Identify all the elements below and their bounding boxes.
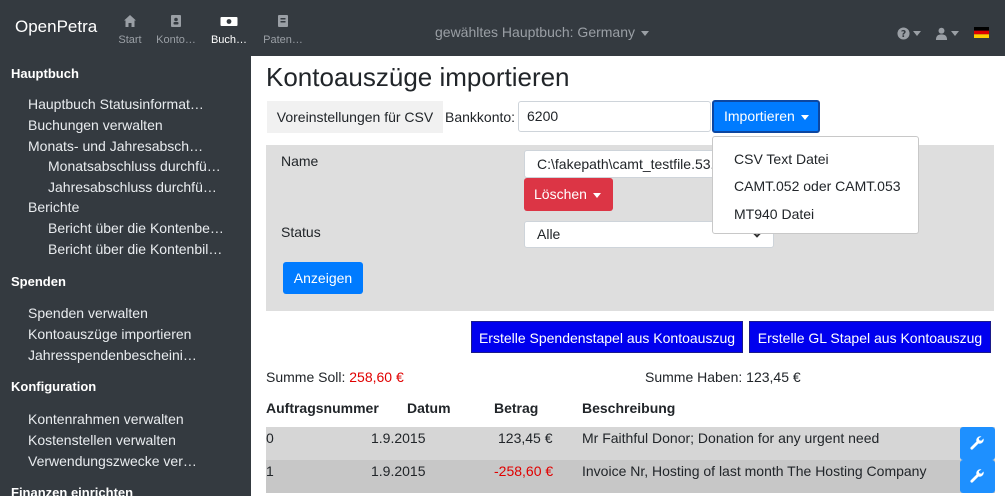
status-label: Status (281, 224, 321, 240)
cell-date: 1.9.2015 (371, 463, 426, 479)
table-row[interactable]: 1 1.9.2015 -258,60 € Invoice Nr, Hosting… (266, 460, 995, 493)
file-name-field[interactable]: C:\fakepath\camt_testfile.53.xml (524, 150, 734, 178)
sum-debit-value: 258,60 € (349, 369, 404, 385)
brand-logo[interactable]: OpenPetra (15, 17, 97, 37)
sidebar-section-konfiguration: Konfiguration (11, 379, 97, 394)
nav-finance[interactable]: Buch… (201, 14, 257, 46)
sidebar-item-reports[interactable]: Berichte (28, 199, 79, 215)
cell-description: Invoice Nr, Hosting of last month The Ho… (582, 463, 927, 479)
delete-button[interactable]: Löschen (524, 178, 613, 211)
sidebar-item-chart-of-accounts[interactable]: Kontenrahmen verwalten (28, 411, 184, 427)
chevron-down-icon (800, 114, 809, 120)
column-header-amount: Betrag (494, 400, 539, 416)
sum-debit: Summe Soll: 258,60 € (266, 369, 404, 385)
sidebar-item-cost-centres[interactable]: Kostenstellen verwalten (28, 432, 176, 448)
sum-credit-value: 123,45 € (746, 369, 801, 385)
user-icon (935, 27, 948, 41)
sidebar-section-spenden: Spenden (11, 274, 66, 289)
nav-contacts-label: Konto… (156, 34, 196, 46)
sidebar-item-account-report[interactable]: Bericht über die Kontenbe… (48, 220, 224, 236)
sidebar-item-balance-report[interactable]: Bericht über die Kontenbil… (48, 241, 222, 257)
menu-item-mt940[interactable]: MT940 Datei (734, 206, 814, 222)
help-icon: ? (897, 27, 910, 40)
sidebar-item-import-statements[interactable]: Kontoauszüge importieren (28, 326, 191, 342)
edit-row-button[interactable] (960, 460, 995, 493)
contact-book-icon (171, 15, 181, 27)
cell-description: Mr Faithful Donor; Donation for any urge… (582, 430, 880, 446)
show-button[interactable]: Anzeigen (283, 262, 363, 294)
import-dropdown-button[interactable]: Importieren (712, 100, 820, 133)
sponsorship-book-icon (278, 15, 288, 27)
chevron-down-icon (641, 30, 649, 36)
wrench-icon (970, 436, 984, 450)
svg-text:?: ? (901, 29, 906, 40)
import-button-label: Importieren (724, 108, 795, 124)
sidebar-item-period-closing[interactable]: Monats- und Jahresabsch… (28, 138, 203, 154)
sidebar-item-month-end[interactable]: Monatsabschluss durchfü… (48, 158, 221, 174)
sidebar-item-year-end[interactable]: Jahresabschluss durchfü… (48, 179, 217, 195)
sum-debit-label: Summe Soll: (266, 369, 346, 385)
table-row[interactable]: 0 1.9.2015 123,45 € Mr Faithful Donor; D… (266, 427, 995, 460)
import-dropdown-menu: CSV Text Datei CAMT.052 oder CAMT.053 MT… (712, 136, 919, 234)
german-flag-icon (974, 27, 989, 38)
sum-credit: Summe Haben: 123,45 € (645, 369, 801, 385)
name-label: Name (281, 153, 319, 169)
column-header-date: Datum (407, 400, 451, 416)
chevron-down-icon (913, 31, 921, 37)
chevron-down-icon (592, 192, 601, 198)
edit-row-button[interactable] (960, 427, 995, 460)
cell-date: 1.9.2015 (371, 430, 426, 446)
sidebar-section-finance-setup: Finanzen einrichten (11, 485, 134, 496)
nav-contacts[interactable]: Konto… (148, 14, 204, 46)
money-icon (220, 17, 238, 26)
bank-account-label: Bankkonto: (445, 109, 516, 125)
sidebar-item-motivations[interactable]: Verwendungszwecke ver… (28, 453, 197, 469)
sidebar-item-manage-batches[interactable]: Buchungen verwalten (28, 117, 163, 133)
chevron-down-icon (951, 31, 959, 37)
cell-amount: -258,60 € (494, 463, 554, 479)
sidebar: Hauptbuch Hauptbuch Statusinformat… Buch… (0, 56, 251, 496)
user-menu[interactable] (935, 25, 959, 41)
create-gl-batch-button[interactable]: Erstelle GL Stapel aus Kontoauszug (749, 321, 991, 353)
language-menu[interactable] (974, 26, 989, 41)
menu-item-csv[interactable]: CSV Text Datei (734, 151, 829, 167)
sidebar-item-annual-receipts[interactable]: Jahresspendenbescheini… (28, 347, 197, 363)
help-menu[interactable]: ? (897, 25, 921, 40)
csv-settings-button[interactable]: Voreinstellungen für CSV (267, 101, 443, 133)
sidebar-item-manage-donations[interactable]: Spenden verwalten (28, 305, 148, 321)
column-header-description: Beschreibung (582, 400, 676, 416)
page-title: Kontoauszüge importieren (266, 62, 570, 92)
cell-order: 0 (266, 430, 274, 446)
delete-button-label: Löschen (534, 186, 587, 202)
cell-amount: 123,45 € (498, 430, 553, 446)
main-content: Kontoauszüge importieren Voreinstellunge… (251, 56, 1005, 496)
sidebar-section-hauptbuch: Hauptbuch (11, 66, 79, 81)
sum-credit-label: Summe Haben: (645, 369, 743, 385)
menu-item-camt[interactable]: CAMT.052 oder CAMT.053 (734, 178, 901, 194)
status-select-value: Alle (537, 226, 561, 242)
ledger-selector-label: gewähltes Hauptbuch: Germany (435, 24, 635, 40)
home-icon (124, 15, 136, 27)
cell-order: 1 (266, 463, 274, 479)
create-donation-batch-button[interactable]: Erstelle Spendenstapel aus Kontoauszug (471, 321, 743, 353)
top-navbar: OpenPetra Start Konto… Buch… Paten… gewä… (0, 0, 1005, 56)
column-header-order: Auftragsnummer (266, 400, 379, 416)
bank-account-input[interactable]: 6200 (518, 101, 711, 132)
nav-finance-label: Buch… (210, 34, 248, 46)
nav-sponsorship[interactable]: Paten… (255, 14, 311, 46)
nav-sponsorship-label: Paten… (263, 34, 303, 46)
sidebar-item-ledger-status[interactable]: Hauptbuch Statusinformat… (28, 96, 204, 112)
wrench-icon (970, 469, 984, 483)
ledger-selector[interactable]: gewähltes Hauptbuch: Germany (435, 24, 649, 40)
